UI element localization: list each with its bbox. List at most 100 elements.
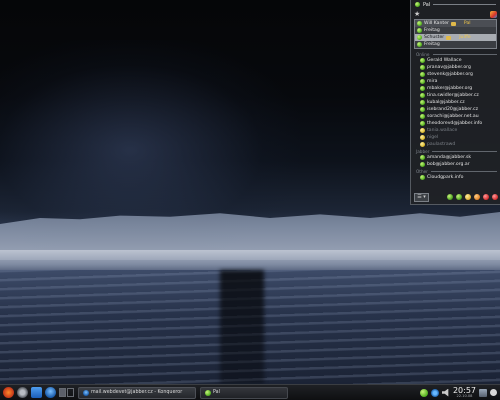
widget-title: Pal — [423, 1, 431, 8]
kopete-tray-icon[interactable] — [419, 388, 428, 397]
contact-item[interactable]: Cloudgpark.info — [414, 174, 497, 181]
online-status-icon — [420, 162, 425, 167]
set-busy-button[interactable] — [474, 194, 480, 200]
set-offline-button[interactable] — [483, 194, 489, 200]
desktop-1[interactable] — [59, 388, 66, 397]
file-manager-icon[interactable] — [31, 387, 42, 398]
folder-icon — [446, 35, 452, 40]
contact-item[interactable]: stevenk@jabber.org — [414, 71, 497, 78]
contact-name: isebrand20@jabber.cz — [427, 107, 478, 112]
contact-item[interactable]: nigel — [414, 134, 497, 141]
group-divider — [432, 53, 497, 55]
account-row[interactable]: Will Kanter Pal — [415, 20, 496, 27]
account-row[interactable]: Freitag — [415, 27, 496, 34]
desktop-2[interactable] — [67, 388, 74, 397]
group-header-label: Other — [416, 168, 428, 174]
task-label: Pal — [213, 390, 220, 395]
account-row[interactable]: Freitag — [415, 41, 496, 48]
title-divider — [433, 4, 496, 5]
online-status-icon — [420, 107, 425, 112]
account-row-selected[interactable]: Schuster Juiffe — [415, 34, 496, 41]
set-free-for-chat-button[interactable] — [456, 194, 462, 200]
online-status-icon — [420, 65, 425, 70]
online-status-icon — [417, 35, 422, 40]
account-list: Will Kanter Pal Freitag Schuster Juiffe … — [414, 19, 497, 49]
online-status-icon — [420, 72, 425, 77]
contact-name: theodorevd@jabber.info — [427, 121, 483, 126]
taskbar-panel: mail.webdevet@jabber.cz - Konqueror Pal … — [0, 384, 500, 400]
folder-icon — [450, 21, 456, 26]
online-status-icon — [420, 93, 425, 98]
contact-item[interactable]: pranav@jabber.org — [414, 64, 497, 71]
contact-item[interactable]: Gerald Wallace — [414, 57, 497, 64]
contact-name: bob@jabber.org.ar — [427, 162, 470, 167]
contact-item[interactable]: sorachi@jabber.net.au — [414, 113, 497, 120]
group-header-label: Online — [416, 51, 430, 57]
contact-name: mbaker@jabber.org — [427, 86, 473, 91]
online-status-icon — [420, 79, 425, 84]
contact-item[interactable]: bob@jabber.org.ar — [414, 161, 497, 168]
disconnect-button[interactable] — [492, 194, 498, 200]
contact-name: pranav@jabber.org — [427, 65, 471, 70]
status-menu-dropdown[interactable]: ☰ ▾ — [414, 192, 429, 202]
favorite-star-icon[interactable]: ★ — [414, 10, 420, 18]
account-label: Schuster — [424, 35, 445, 40]
web-browser-icon[interactable] — [45, 387, 56, 398]
widget-toolbar: ★ — [411, 9, 500, 19]
virtual-desktop-pager — [59, 388, 74, 397]
contact-name: mira — [427, 79, 438, 84]
removable-device-icon[interactable] — [479, 388, 487, 397]
set-away-button[interactable] — [465, 194, 471, 200]
konqueror-icon — [83, 389, 89, 396]
contact-item[interactable]: amanda@jabber.sk — [414, 154, 497, 161]
kde-menu-icon[interactable] — [3, 387, 14, 398]
contact-item[interactable]: tina.swidler@jabber.cz — [414, 92, 497, 99]
contact-list-widget: Pal ★ Will Kanter Pal Freitag Schuster J… — [410, 0, 500, 205]
kopete-icon — [205, 389, 211, 396]
contact-name: paulastrawd — [427, 142, 456, 147]
contact-item[interactable]: mbaker@jabber.org — [414, 85, 497, 92]
contact-name: Gerald Wallace — [427, 58, 462, 63]
online-status-icon — [420, 121, 425, 126]
contact-name: nigel — [427, 135, 439, 140]
contact-name: Cloudgpark.info — [427, 175, 464, 180]
account-value: Juiffe — [459, 35, 471, 40]
contact-item[interactable]: theodorevd@jabber.info — [414, 120, 497, 127]
contact-item[interactable]: kubal@jabber.cz — [414, 99, 497, 106]
online-status-icon — [420, 114, 425, 119]
account-label: Freitag — [424, 28, 440, 33]
contact-item[interactable]: mira — [414, 78, 497, 85]
task-label: mail.webdevet@jabber.cz - Konqueror — [91, 390, 183, 395]
contact-name: kubal@jabber.cz — [427, 100, 465, 105]
online-status-icon — [417, 28, 422, 33]
volume-icon[interactable] — [441, 388, 449, 397]
account-label: Will Kanter — [424, 21, 449, 26]
online-status-icon — [417, 21, 422, 26]
contact-name: tina.swidler@jabber.cz — [427, 93, 479, 98]
set-online-button[interactable] — [447, 194, 453, 200]
away-status-icon — [420, 142, 425, 147]
contact-item[interactable]: paulastrawd — [414, 141, 497, 148]
online-status-icon — [420, 86, 425, 91]
system-settings-icon[interactable] — [17, 387, 28, 398]
taskbar-item-konqueror[interactable]: mail.webdevet@jabber.cz - Konqueror — [78, 386, 196, 399]
away-status-icon — [420, 128, 425, 133]
kopete-icon[interactable] — [490, 10, 497, 18]
contact-name: tania.wallace — [427, 128, 458, 133]
clock[interactable]: 20:57 22.10.08 — [453, 386, 476, 399]
taskbar-item-kopete[interactable]: Pal — [200, 386, 288, 399]
online-status-icon — [415, 2, 420, 7]
online-status-icon — [420, 58, 425, 63]
online-status-icon — [420, 175, 425, 180]
widget-titlebar[interactable]: Pal — [411, 0, 500, 9]
online-status-icon — [420, 100, 425, 105]
network-icon[interactable] — [430, 388, 439, 397]
account-label: Freitag — [424, 42, 440, 47]
status-bar: ☰ ▾ — [411, 190, 500, 204]
contact-item[interactable]: tania.wallace — [414, 127, 497, 134]
panel-toolbox-icon[interactable] — [490, 389, 497, 396]
group-divider — [432, 150, 497, 152]
contact-item[interactable]: isebrand20@jabber.cz — [414, 106, 497, 113]
contact-name: amanda@jabber.sk — [427, 155, 472, 160]
contact-name: stevenk@jabber.org — [427, 72, 473, 77]
